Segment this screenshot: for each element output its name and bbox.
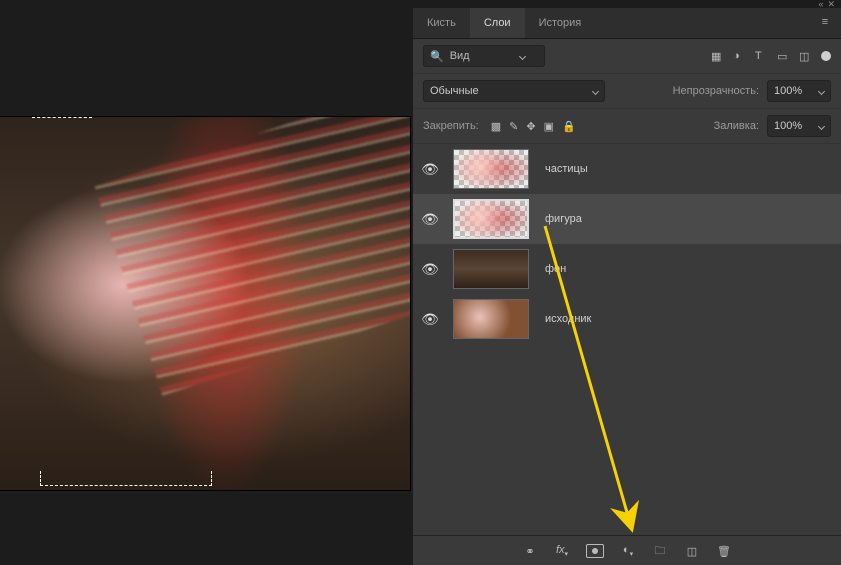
layer-name[interactable]: фигура (545, 213, 582, 225)
tab-history[interactable]: История (525, 8, 596, 38)
layer-row[interactable]: 👁 исходник (413, 294, 841, 344)
adjustment-icon[interactable]: ◐▾ (620, 544, 636, 558)
visibility-toggle[interactable]: 👁 (413, 261, 447, 278)
filter-smart-icon[interactable]: ◫ (799, 50, 811, 62)
tab-layers[interactable]: Слои (470, 8, 525, 38)
layers-list: 👁 частицы 👁 фигура 👁 фон 👁 и (413, 144, 841, 535)
lock-position-icon[interactable]: ✥ (526, 120, 535, 133)
panel-tabs: Кисть Слои История ≡ (413, 8, 841, 39)
filter-adjust-icon[interactable]: ◑ (733, 50, 745, 62)
marching-ants (32, 117, 92, 118)
visibility-toggle[interactable]: 👁 (413, 211, 447, 228)
fill-value: 100% (774, 120, 802, 132)
lock-label: Закрепить: (423, 120, 479, 132)
layer-thumbnail[interactable] (453, 149, 529, 189)
panel-menu-icon[interactable]: ≡ (817, 16, 833, 28)
layer-mask-icon[interactable] (586, 544, 604, 558)
layer-row[interactable]: 👁 фигура (413, 194, 841, 244)
layer-thumbnail[interactable] (453, 199, 529, 239)
group-icon[interactable]: 🗀 (652, 542, 668, 561)
filter-input[interactable] (448, 49, 512, 63)
filter-type-icon[interactable]: T (755, 50, 767, 62)
visibility-toggle[interactable]: 👁 (413, 161, 447, 178)
layer-name[interactable]: частицы (545, 163, 588, 175)
layer-thumbnail[interactable] (453, 249, 529, 289)
blend-mode-value: Обычные (430, 85, 479, 97)
link-icon[interactable]: ⚭ (522, 545, 538, 558)
blend-mode-select[interactable]: Обычные (423, 80, 605, 102)
filter-shape-icon[interactable]: ▭ (777, 50, 789, 62)
panel-drag-handle[interactable]: «✕ (413, 0, 841, 8)
opacity-label: Непрозрачность: (673, 85, 759, 97)
layers-panel: «✕ Кисть Слои История ≡ 🔍 ▦ ◑ T ▭ ◫ (413, 0, 841, 565)
chevron-down-icon (519, 52, 526, 59)
lock-transparency-icon[interactable]: ▩ (491, 120, 501, 133)
opacity-value: 100% (774, 85, 802, 97)
filter-pixel-icon[interactable]: ▦ (711, 50, 723, 62)
search-icon: 🔍 (430, 50, 444, 63)
lock-pixels-icon[interactable]: ✎ (509, 120, 518, 133)
new-layer-icon[interactable]: ◫ (684, 545, 700, 558)
marching-ants (40, 471, 212, 486)
visibility-toggle[interactable]: 👁 (413, 311, 447, 328)
trash-icon[interactable]: 🗑 (716, 545, 732, 558)
lock-artboard-icon[interactable]: ▣ (544, 120, 554, 133)
lock-all-icon[interactable]: 🔒 (562, 120, 576, 133)
canvas-image (0, 117, 410, 490)
layer-row[interactable]: 👁 фон (413, 244, 841, 294)
filter-toggle[interactable] (821, 51, 831, 61)
layer-name[interactable]: исходник (545, 313, 591, 325)
layer-row[interactable]: 👁 частицы (413, 144, 841, 194)
fill-label: Заливка: (714, 120, 759, 132)
layers-bottom-toolbar: ⚭ fx▾ ◐▾ 🗀 ◫ 🗑 (413, 535, 841, 565)
chevron-down-icon (592, 87, 599, 94)
canvas[interactable] (0, 117, 410, 490)
layer-filter-select[interactable]: 🔍 (423, 45, 545, 67)
tab-brush[interactable]: Кисть (413, 8, 470, 38)
chevron-down-icon (818, 122, 825, 129)
layer-name[interactable]: фон (545, 263, 566, 275)
fx-icon[interactable]: fx▾ (554, 544, 570, 558)
fill-input[interactable]: 100% (767, 115, 831, 137)
layer-thumbnail[interactable] (453, 299, 529, 339)
chevron-down-icon (818, 87, 825, 94)
opacity-input[interactable]: 100% (767, 80, 831, 102)
